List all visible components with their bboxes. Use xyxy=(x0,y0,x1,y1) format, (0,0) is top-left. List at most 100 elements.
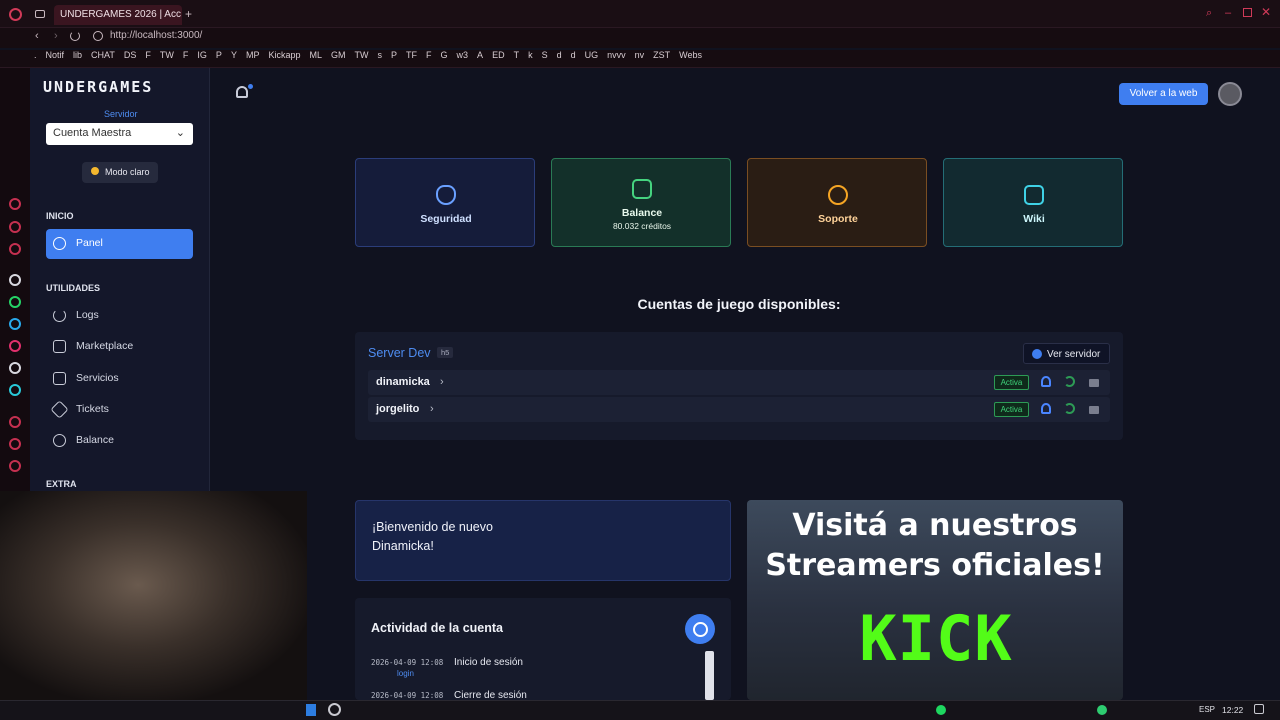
chevron-right-icon[interactable]: › xyxy=(430,403,434,415)
back-to-website-button[interactable]: Volver a la web xyxy=(1119,83,1208,105)
notification-center-icon[interactable] xyxy=(1254,704,1264,714)
bookmark-item[interactable]: TF xyxy=(406,50,417,60)
balance-card[interactable]: Balance 80.032 créditos xyxy=(551,158,731,247)
bookmark-item[interactable]: Y xyxy=(231,50,237,60)
spotify-icon[interactable] xyxy=(936,705,946,715)
site-info-icon[interactable] xyxy=(93,31,103,41)
search-icon[interactable]: ⌕ xyxy=(1206,7,1212,20)
bookmark-item[interactable]: d xyxy=(571,50,576,60)
tab-overview-icon[interactable] xyxy=(35,10,45,18)
clock[interactable]: 12:22 xyxy=(1222,705,1243,715)
telegram-icon[interactable] xyxy=(9,318,21,330)
address-bar[interactable]: http://localhost:3000/ xyxy=(110,30,202,41)
sidebar-item-servicios[interactable]: Servicios xyxy=(46,364,193,394)
lock-icon[interactable] xyxy=(1089,379,1099,387)
bookmark-item[interactable]: UG xyxy=(585,50,599,60)
tray-icon[interactable] xyxy=(1097,705,1107,715)
maximize-icon[interactable] xyxy=(1243,8,1252,17)
sidebar-item-marketplace[interactable]: Marketplace xyxy=(46,332,193,362)
bookmark-item[interactable]: w3 xyxy=(457,50,469,60)
bookmark-item[interactable]: Notif xyxy=(46,50,65,60)
sidebar-item-label: Panel xyxy=(76,237,103,249)
bookmark-item[interactable]: GM xyxy=(331,50,346,60)
chatgpt-icon[interactable] xyxy=(9,274,21,286)
sidebar-app-icon[interactable] xyxy=(9,384,21,396)
bookmark-item[interactable]: F xyxy=(183,50,189,60)
bookmark-item[interactable]: ZST xyxy=(653,50,670,60)
bookmark-item[interactable]: s xyxy=(378,50,383,60)
sidebar-item-panel[interactable]: Panel xyxy=(46,229,193,259)
sidebar-app-icon[interactable] xyxy=(9,198,21,210)
sidebar-item-balance[interactable]: Balance xyxy=(46,426,193,456)
vscode-icon[interactable] xyxy=(306,704,316,716)
discord-icon[interactable] xyxy=(9,362,21,374)
bookmark-item[interactable]: IG xyxy=(197,50,207,60)
instagram-icon[interactable] xyxy=(9,340,21,352)
key-icon[interactable] xyxy=(1041,403,1051,414)
sidebar-app-icon[interactable] xyxy=(9,243,21,255)
chevron-right-icon[interactable]: › xyxy=(440,376,444,388)
bookmark-item[interactable]: nvvv xyxy=(607,50,626,60)
history-button[interactable] xyxy=(685,614,715,644)
wiki-card[interactable]: Wiki xyxy=(943,158,1123,247)
ticket-icon xyxy=(50,400,69,419)
close-icon[interactable]: ✕ xyxy=(1261,5,1271,19)
logo[interactable]: UNDERGAMES xyxy=(43,78,153,96)
bookmark-item[interactable]: G xyxy=(441,50,448,60)
lock-icon[interactable] xyxy=(1089,406,1099,414)
bookmark-item[interactable]: TW xyxy=(355,50,369,60)
whatsapp-icon[interactable] xyxy=(9,296,21,308)
bookmark-item[interactable]: ED xyxy=(492,50,505,60)
server-select[interactable]: Cuenta Maestra ⌄ xyxy=(46,123,193,145)
opera-logo-icon[interactable] xyxy=(9,8,22,21)
key-icon[interactable] xyxy=(1041,376,1051,387)
security-card[interactable]: Seguridad xyxy=(355,158,535,247)
bookmark-item[interactable]: TW xyxy=(160,50,174,60)
bookmark-item[interactable]: lib xyxy=(73,50,82,60)
chrome-icon[interactable] xyxy=(328,703,341,716)
theme-toggle-button[interactable]: Modo claro xyxy=(82,162,158,183)
forward-icon[interactable]: › xyxy=(54,30,58,42)
browser-tab[interactable]: UNDERGAMES 2026 | Acc xyxy=(54,5,182,25)
history-icon[interactable] xyxy=(9,438,21,450)
reset-icon[interactable] xyxy=(1064,403,1075,414)
bookmark-item[interactable]: Webs xyxy=(679,50,702,60)
minimize-icon[interactable]: – xyxy=(1225,7,1231,19)
bookmark-item[interactable]: F xyxy=(426,50,432,60)
bookmark-item[interactable]: nv xyxy=(635,50,645,60)
bookmark-item[interactable]: . xyxy=(34,50,37,60)
bookmark-item[interactable]: Kickapp xyxy=(268,50,300,60)
account-row[interactable]: jorgelito › Activa xyxy=(368,397,1110,422)
notification-bell-icon[interactable] xyxy=(236,86,248,98)
bookmark-item[interactable]: DS xyxy=(124,50,137,60)
bookmark-item[interactable]: P xyxy=(216,50,222,60)
bookmark-item[interactable]: A xyxy=(477,50,483,60)
bookmark-item[interactable]: T xyxy=(514,50,520,60)
back-icon[interactable]: ‹ xyxy=(35,30,39,42)
reset-icon[interactable] xyxy=(1064,376,1075,387)
new-tab-icon[interactable]: + xyxy=(185,7,192,21)
reload-icon[interactable] xyxy=(70,31,80,41)
activity-scrollbar[interactable] xyxy=(705,651,714,700)
status-badge: Activa xyxy=(994,402,1029,417)
support-card[interactable]: Soporte xyxy=(747,158,927,247)
sidebar-app-icon[interactable] xyxy=(9,221,21,233)
sidebar-item-logs[interactable]: Logs xyxy=(46,301,193,331)
extensions-icon[interactable] xyxy=(9,460,21,472)
streamers-banner[interactable]: Visitá a nuestros Streamers oficiales! K… xyxy=(747,500,1123,700)
view-server-button[interactable]: Ver servidor xyxy=(1023,343,1110,364)
sidebar-item-tickets[interactable]: Tickets xyxy=(46,395,193,425)
bookmark-item[interactable]: d xyxy=(557,50,562,60)
bookmark-item[interactable]: MP xyxy=(246,50,260,60)
bookmark-item[interactable]: S xyxy=(542,50,548,60)
accounts-title: Cuentas de juego disponibles: xyxy=(637,296,841,312)
account-row[interactable]: dinamicka › Activa xyxy=(368,370,1110,395)
bookmark-item[interactable]: F xyxy=(145,50,151,60)
bookmark-item[interactable]: ML xyxy=(309,50,322,60)
bookmark-item[interactable]: k xyxy=(528,50,533,60)
avatar[interactable] xyxy=(1218,82,1242,106)
language-indicator[interactable]: ESP xyxy=(1199,705,1215,714)
player-icon[interactable] xyxy=(9,416,21,428)
bookmark-item[interactable]: P xyxy=(391,50,397,60)
bookmark-item[interactable]: CHAT xyxy=(91,50,115,60)
